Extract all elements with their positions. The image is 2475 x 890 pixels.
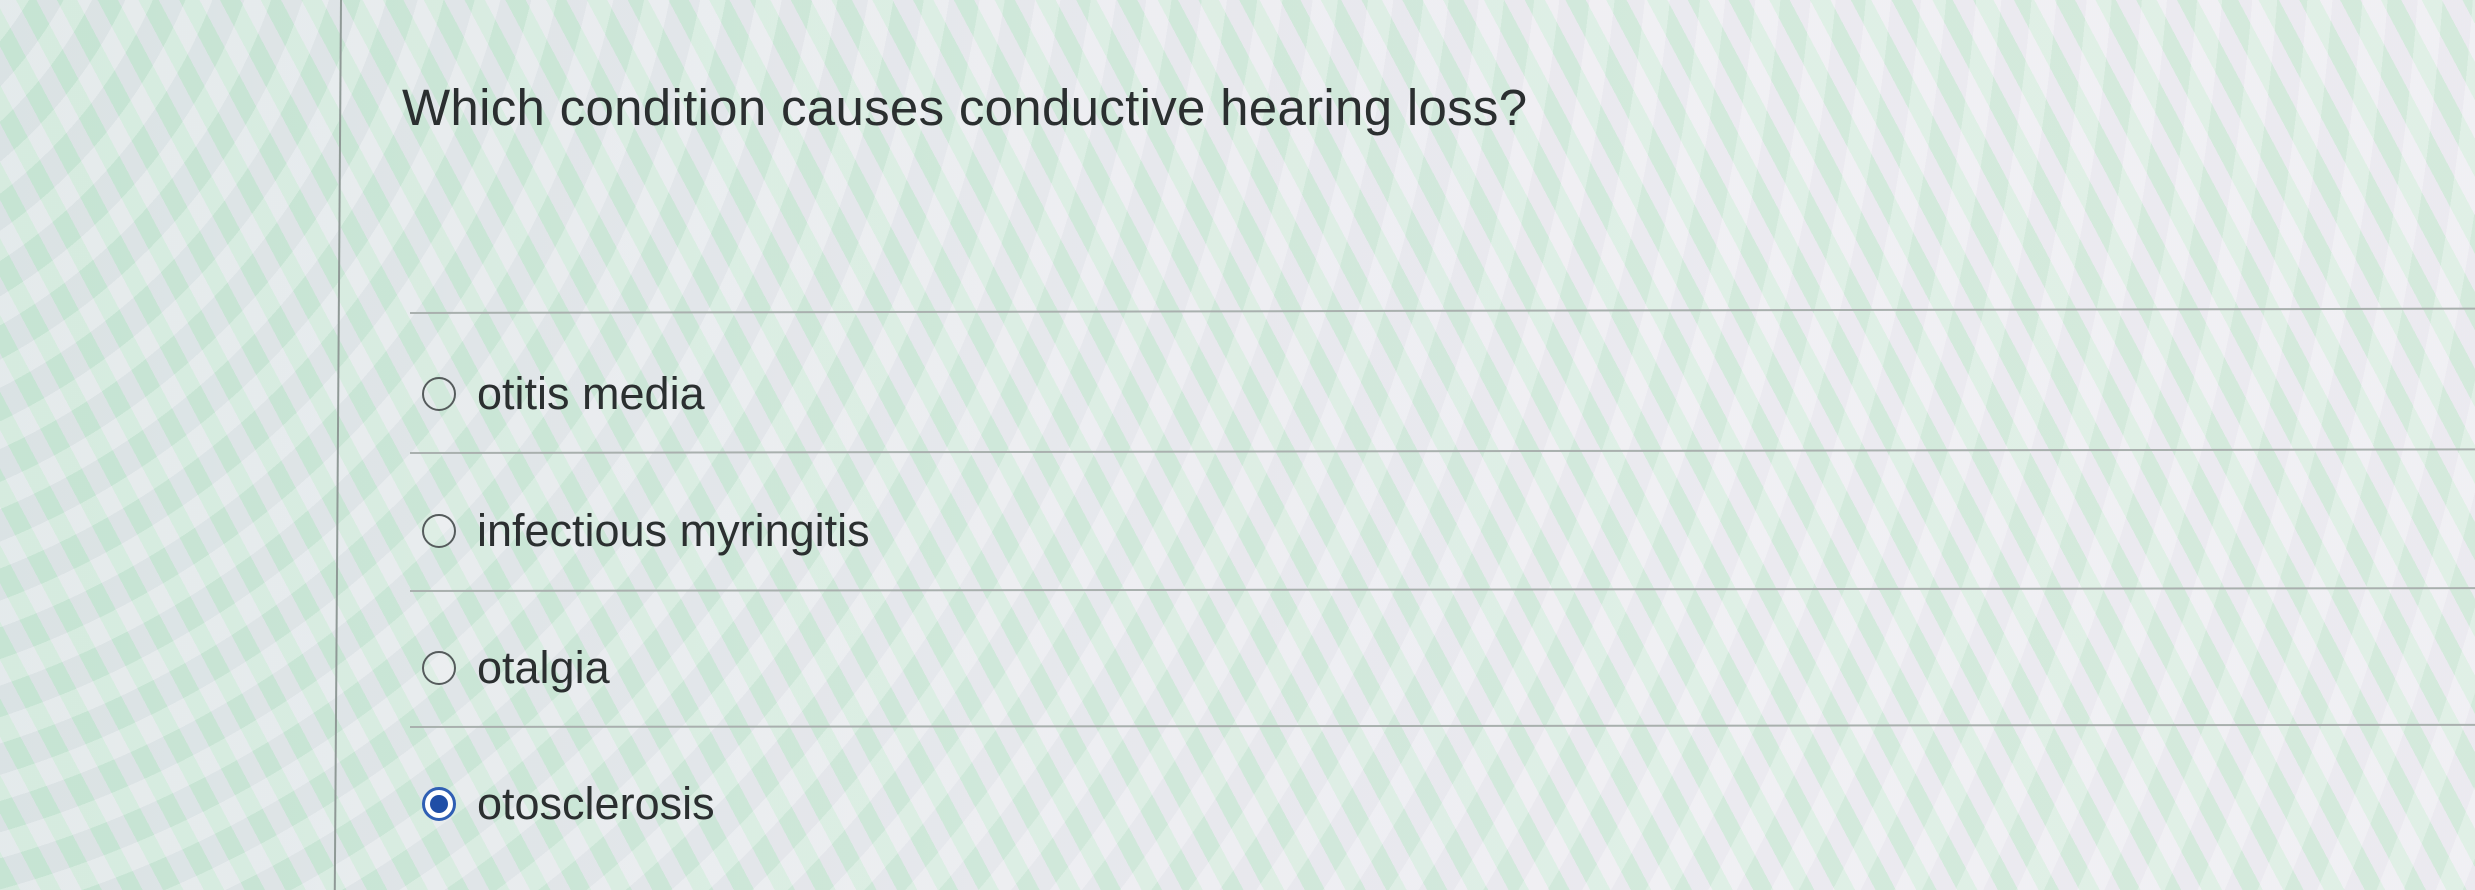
option-infectious-myringitis[interactable]: infectious myringitis bbox=[422, 505, 870, 557]
divider bbox=[409, 448, 2475, 454]
divider bbox=[409, 307, 2475, 314]
option-label: infectious myringitis bbox=[477, 505, 870, 556]
option-otalgia[interactable]: otalgia bbox=[422, 642, 610, 694]
question-text: Which condition causes conductive hearin… bbox=[402, 79, 1528, 136]
radio-button[interactable] bbox=[422, 651, 456, 685]
option-label: otosclerosis bbox=[477, 778, 715, 829]
divider bbox=[409, 723, 2475, 728]
screen: Which condition causes conductive hearin… bbox=[0, 0, 2475, 890]
radio-button[interactable] bbox=[422, 377, 456, 411]
option-otitis-media[interactable]: otitis media bbox=[422, 368, 705, 420]
panel-left-border bbox=[333, 0, 342, 890]
option-label: otalgia bbox=[477, 642, 610, 693]
question-panel: Which condition causes conductive hearin… bbox=[342, 0, 2475, 890]
option-otosclerosis[interactable]: otosclerosis bbox=[422, 778, 715, 830]
radio-button-selected[interactable] bbox=[422, 787, 456, 821]
option-label: otitis media bbox=[477, 368, 705, 419]
divider bbox=[409, 587, 2475, 592]
radio-button[interactable] bbox=[422, 514, 456, 548]
